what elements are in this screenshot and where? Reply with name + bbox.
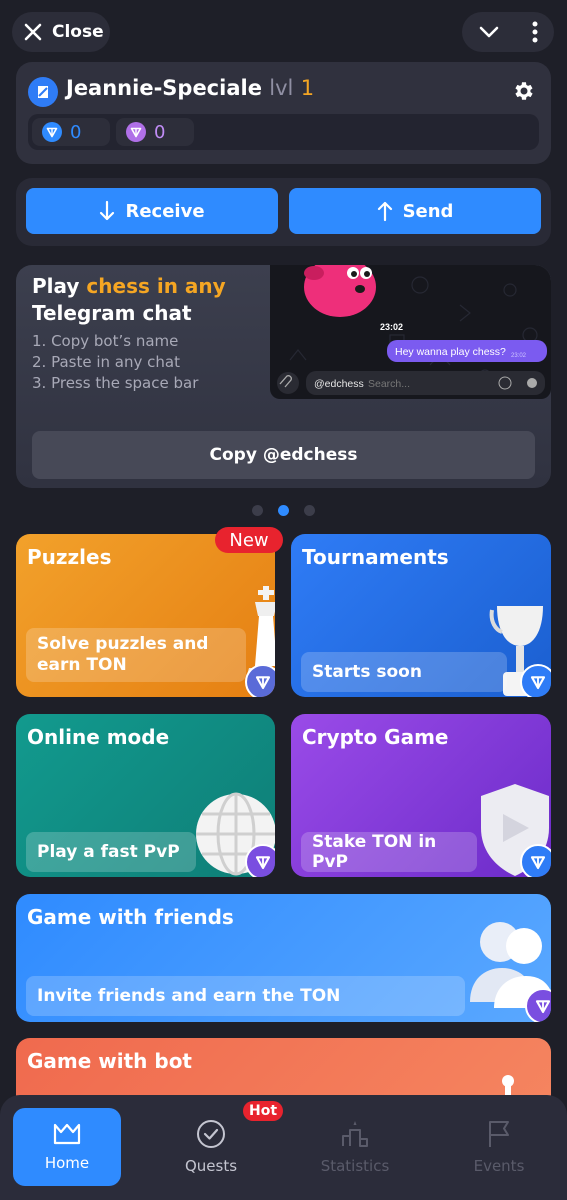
chat-time: 23:02 [380,322,403,332]
purple-token-balance[interactable]: 0 [116,118,194,146]
wallet-actions: Receive Send [16,178,551,246]
promo-card: Play chess in any Telegram chat 1. Copy … [16,265,551,488]
tile-title: Crypto Game [302,725,449,749]
ton-icon [520,844,551,877]
arrow-down-icon [100,200,115,221]
window-controls [462,12,554,52]
ton-icon [245,844,275,877]
send-button[interactable]: Send [289,188,541,234]
more-vertical-icon[interactable] [532,21,538,43]
tile-title: Tournaments [302,545,449,569]
online-mode-tile[interactable]: Online mode Play a fast PvP [16,714,275,877]
chat-preview-illustration: 23:02 Hey wanna play chess? 23:02 @edche… [277,265,547,395]
promo-step: 2. Paste in any chat [32,353,180,371]
tile-subtitle: Play a fast PvP [26,832,196,872]
promo-title-highlight: chess in any [86,274,226,298]
nav-statistics-label: Statistics [320,1157,390,1175]
level-label: lvl [269,76,294,100]
ton-balance-value: 0 [70,121,82,143]
ton-balance[interactable]: 0 [32,118,110,146]
new-badge: New [215,527,283,553]
flag-icon [489,1121,509,1147]
tile-subtitle: Starts soon [301,652,507,692]
chat-input-text: @edchess [314,378,364,390]
nav-home-label: Home [44,1154,90,1172]
tournaments-tile[interactable]: Tournaments Starts soon [291,534,551,697]
nav-events-label: Events [473,1157,525,1175]
arrow-up-icon [377,201,392,222]
podium-icon [342,1121,368,1147]
clear-icon [527,378,537,388]
profile-card: Jeannie-Speciale lvl 1 0 0 [16,62,551,164]
chat-preview-image: 23:02 Hey wanna play chess? 23:02 @edche… [270,265,551,399]
send-label: Send [402,200,454,222]
carousel-dot[interactable] [304,505,315,516]
promo-title-post: Telegram chat [32,301,192,325]
hot-badge: Hot [243,1101,283,1121]
promo-steps: 1. Copy bot’s name 2. Paste in any chat … [32,331,198,394]
balances-bar: 0 0 [28,114,539,150]
avatar[interactable] [28,77,58,107]
tile-subtitle: Stake TON in PvP [301,832,477,872]
gear-icon[interactable] [511,79,535,103]
tile-title: Game with bot [27,1049,192,1073]
ton-icon [520,664,551,697]
tile-subtitle: Solve puzzles and earn TON [26,628,246,682]
receive-button[interactable]: Receive [26,188,278,234]
tile-title: Puzzles [27,545,112,569]
tile-title: Game with friends [27,905,234,929]
close-button[interactable]: Close [12,12,110,52]
crypto-game-tile[interactable]: Crypto Game Stake TON in PvP [291,714,551,877]
copy-bot-button[interactable]: Copy @edchess [32,431,535,479]
app-root: Close Jeannie-Speciale lvl 1 0 0 Receive… [0,0,567,1200]
purple-coin-icon [126,122,146,142]
purple-balance-value: 0 [154,121,166,143]
check-circle-icon [197,1120,225,1148]
tile-title: Online mode [27,725,170,749]
ton-icon [525,988,551,1022]
ton-icon [245,664,275,697]
close-icon [24,23,42,41]
username: Jeannie-Speciale [66,76,262,100]
chat-message-time: 23:02 [511,353,527,359]
puzzles-tile[interactable]: Puzzles Solve puzzles and earn TON [16,534,275,697]
crown-icon [53,1123,81,1145]
promo-step: 1. Copy bot’s name [32,332,179,350]
chevron-down-icon[interactable] [479,25,499,39]
nav-quests-label: Quests [184,1157,238,1175]
chat-input-placeholder: Search... [368,378,410,390]
promo-title: Play chess in any Telegram chat [32,273,272,327]
nav-events[interactable]: Events [445,1108,553,1186]
close-label: Close [52,22,104,42]
carousel-dot-active[interactable] [278,505,289,516]
nav-statistics[interactable]: Statistics [301,1108,409,1186]
bottom-nav: Home Quests Statistics Events [0,1095,567,1200]
username-heading: Jeannie-Speciale lvl 1 [66,76,314,100]
carousel-dots [252,505,315,516]
carousel-dot[interactable] [252,505,263,516]
tile-subtitle: Invite friends and earn the TON [26,976,465,1016]
promo-title-pre: Play [32,274,87,298]
nav-home[interactable]: Home [13,1108,121,1186]
chat-message: Hey wanna play chess? [395,346,506,358]
receive-label: Receive [125,200,205,222]
ton-coin-icon [42,122,62,142]
promo-step: 3. Press the space bar [32,374,199,392]
level-value: 1 [300,76,315,100]
wallet-logo-icon [38,86,48,98]
game-with-friends-tile[interactable]: Game with friends Invite friends and ear… [16,894,551,1022]
